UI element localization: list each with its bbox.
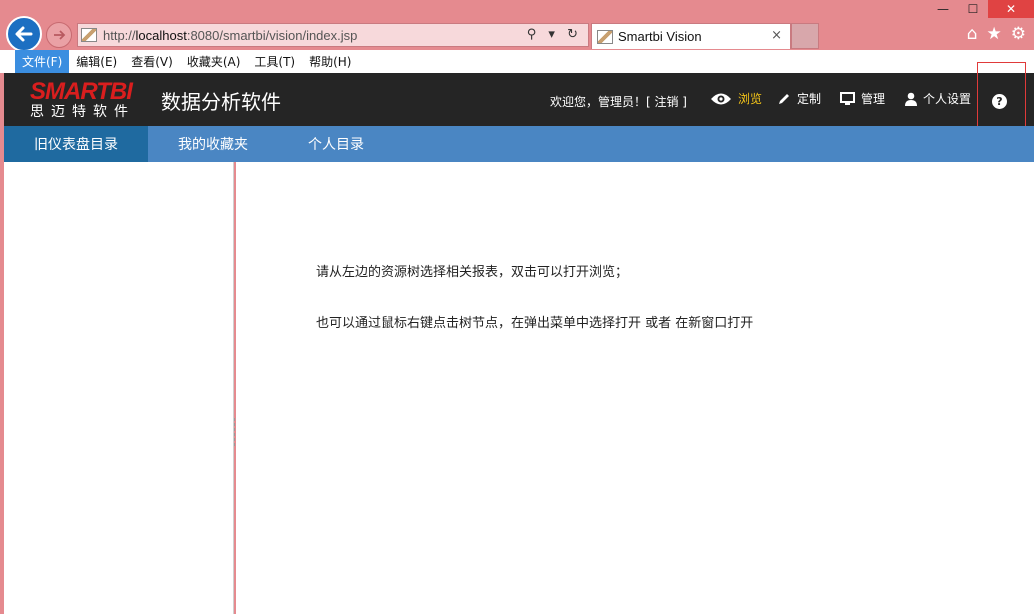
main-content: 请从左边的资源树选择相关报表，双击可以打开浏览； 也可以通过鼠标右键点击树节点，… <box>236 162 1034 614</box>
resource-tree-panel[interactable] <box>4 162 234 614</box>
hint-line-1: 请从左边的资源树选择相关报表，双击可以打开浏览； <box>316 265 629 280</box>
browser-chrome: http://localhost:8080/smartbi/vision/ind… <box>0 0 1034 52</box>
nav-personal[interactable]: 个人设置 <box>905 90 971 107</box>
menu-tools[interactable]: 工具(T) <box>247 50 302 73</box>
help-highlight-box <box>977 62 1026 131</box>
eye-icon <box>711 93 731 104</box>
tab-my-favorites[interactable]: 我的收藏夹 <box>154 126 272 162</box>
window-controls: — ☐ ✕ <box>928 0 1034 18</box>
tab-old-dashboard[interactable]: 旧仪表盘目录 <box>4 126 148 162</box>
nav-browse-label: 浏览 <box>738 92 763 106</box>
logo: SMARTBI 思迈特软件 <box>30 78 135 121</box>
menu-view[interactable]: 查看(V) <box>124 50 180 73</box>
address-url: http://localhost:8080/smartbi/vision/ind… <box>103 27 358 43</box>
menu-bar: 文件(F) 编辑(E) 查看(V) 收藏夹(A) 工具(T) 帮助(H) <box>0 50 1034 73</box>
browser-tab[interactable]: Smartbi Vision × <box>591 23 791 49</box>
tab-bar: 旧仪表盘目录 我的收藏夹 个人目录 <box>4 126 1034 162</box>
browser-toolbar-icons: ⌂ ★ ⚙ <box>967 24 1026 44</box>
arrow-right-icon <box>54 30 66 40</box>
app-title: 数据分析软件 <box>161 90 281 114</box>
app-header: SMARTBI 思迈特软件 数据分析软件 欢迎您，管理员！[ 注销 ] 浏览 定… <box>4 73 1034 126</box>
hint-line-2: 也可以通过鼠标右键点击树节点，在弹出菜单中选择打开 或者 在新窗口打开 <box>316 316 754 331</box>
pencil-icon <box>779 93 789 104</box>
forward-button[interactable] <box>46 22 72 48</box>
close-window-icon[interactable]: ✕ <box>988 0 1034 18</box>
new-tab-button[interactable] <box>791 23 819 49</box>
maximize-icon[interactable]: ☐ <box>958 0 988 18</box>
tab-favicon-icon <box>597 29 613 44</box>
gear-icon[interactable]: ⚙ <box>1011 24 1026 44</box>
menu-help[interactable]: 帮助(H) <box>302 50 358 73</box>
menu-favorites[interactable]: 收藏夹(A) <box>180 50 248 73</box>
tab-title: Smartbi Vision <box>618 29 702 44</box>
favorites-star-icon[interactable]: ★ <box>987 24 1002 44</box>
page-favicon-icon <box>81 28 97 42</box>
nav-personal-label: 个人设置 <box>923 92 972 106</box>
address-bar[interactable]: http://localhost:8080/smartbi/vision/ind… <box>77 23 589 47</box>
nav-custom[interactable]: 定制 <box>777 90 821 107</box>
menu-edit[interactable]: 编辑(E) <box>69 50 124 73</box>
menu-file[interactable]: 文件(F) <box>15 50 70 73</box>
nav-browse[interactable]: 浏览 <box>710 90 762 107</box>
nav-custom-label: 定制 <box>797 92 822 106</box>
tab-personal-dir[interactable]: 个人目录 <box>294 126 378 162</box>
welcome-text[interactable]: 欢迎您，管理员！[ 注销 ] <box>550 93 687 110</box>
nav-manage-label: 管理 <box>861 92 886 106</box>
tab-close-icon[interactable]: × <box>771 28 782 43</box>
monitor-icon <box>840 91 855 105</box>
logo-subtitle: 思迈特软件 <box>30 104 135 120</box>
back-button[interactable] <box>6 16 42 52</box>
user-icon <box>905 92 917 106</box>
arrow-left-icon <box>15 26 33 42</box>
address-tools[interactable]: ⚲ ▾ ↻ <box>527 27 582 42</box>
minimize-icon[interactable]: — <box>928 0 958 18</box>
logo-brand: SMARTBI <box>30 78 133 105</box>
home-icon[interactable]: ⌂ <box>967 24 978 44</box>
nav-manage[interactable]: 管理 <box>840 90 885 107</box>
